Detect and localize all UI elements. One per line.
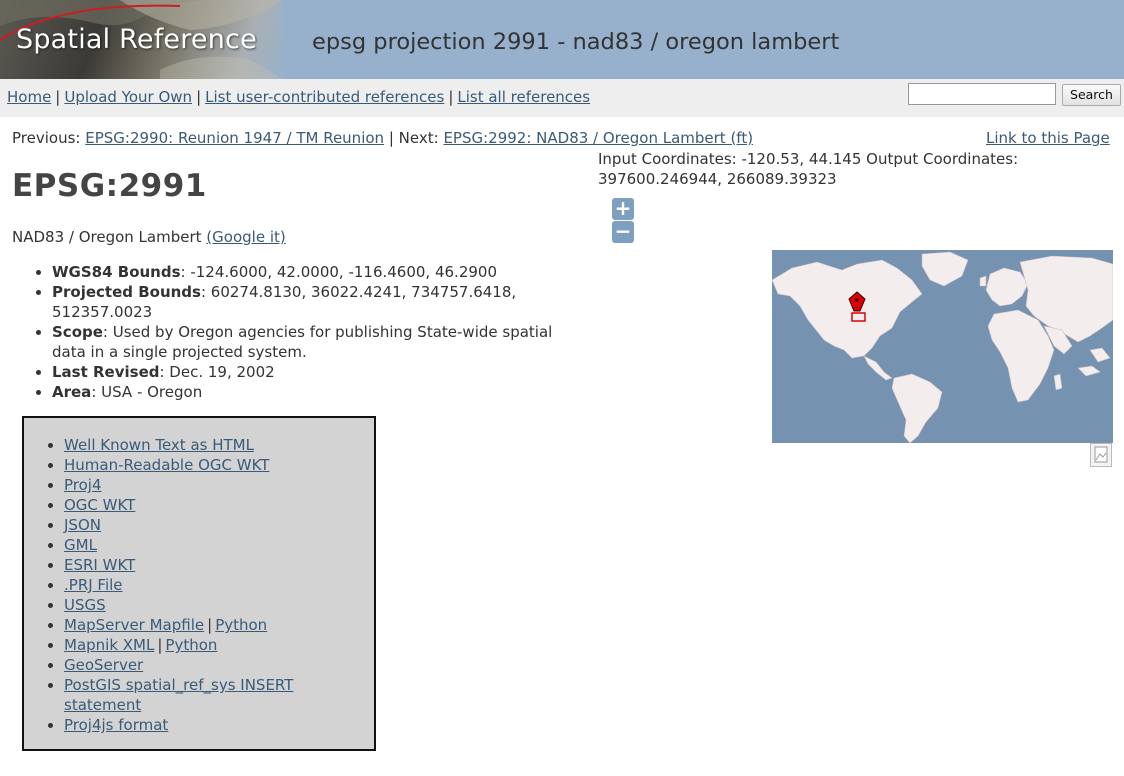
format-link-mapnik-python[interactable]: Python [165, 636, 217, 654]
reference-name: NAD83 / Oregon Lambert [12, 228, 202, 246]
reference-name-line: NAD83 / Oregon Lambert (Google it) [12, 228, 286, 246]
nav-link-upload[interactable]: Upload Your Own [64, 88, 192, 106]
detail-last-revised: Last Revised: Dec. 19, 2002 [52, 362, 579, 382]
reference-details: WGS84 Bounds: -124.6000, 42.0000, -116.4… [34, 262, 579, 402]
format-item: USGS [64, 595, 364, 615]
detail-value: : Used by Oregon agencies for publishing… [52, 323, 553, 361]
zoom-out-icon[interactable]: − [612, 221, 634, 243]
detail-label: WGS84 Bounds [52, 263, 181, 281]
format-link-proj4[interactable]: Proj4 [64, 476, 102, 494]
coordinates-readout: Input Coordinates: -120.53, 44.145 Outpu… [598, 150, 1019, 188]
formats-box: Well Known Text as HTML Human-Readable O… [22, 416, 376, 751]
nav-link-all-references[interactable]: List all references [457, 88, 590, 106]
format-link-postgis[interactable]: PostGIS spatial_ref_sys INSERT statement [64, 676, 293, 714]
site-header: Spatial Reference epsg projection 2991 -… [0, 0, 1124, 79]
zoom-in-icon[interactable]: + [612, 198, 634, 220]
detail-area: Area: USA - Oregon [52, 382, 579, 402]
google-it-link[interactable]: (Google it) [206, 228, 285, 246]
nav-link-home[interactable]: Home [7, 88, 51, 106]
nav-link-user-references[interactable]: List user-contributed references [205, 88, 444, 106]
layer-switcher-icon[interactable] [1090, 443, 1112, 467]
format-link-prj-file[interactable]: .PRJ File [64, 576, 123, 594]
epsg-title: EPSG:2991 [12, 168, 207, 204]
format-item: GeoServer [64, 655, 364, 675]
format-link-mapserver[interactable]: MapServer Mapfile [64, 616, 204, 634]
format-link-geoserver[interactable]: GeoServer [64, 656, 143, 674]
format-link-usgs[interactable]: USGS [64, 596, 106, 614]
nav-separator: | [55, 88, 61, 106]
search-button[interactable]: Search [1062, 84, 1121, 106]
detail-label: Projected Bounds [52, 283, 201, 301]
next-label: Next: [398, 129, 439, 147]
detail-value: : USA - Oregon [91, 383, 203, 401]
format-link-wkt-html[interactable]: Well Known Text as HTML [64, 436, 254, 454]
format-link-esri-wkt[interactable]: ESRI WKT [64, 556, 135, 574]
nav-separator: | [196, 88, 202, 106]
prev-next-bar: Previous: EPSG:2990: Reunion 1947 / TM R… [12, 129, 753, 147]
detail-scope: Scope: Used by Oregon agencies for publi… [52, 322, 579, 362]
logo-globe-image[interactable]: Spatial Reference [0, 0, 282, 79]
format-item: ESRI WKT [64, 555, 364, 575]
format-item: Human-Readable OGC WKT [64, 455, 364, 475]
detail-projected-bounds: Projected Bounds: 60274.8130, 36022.4241… [52, 282, 579, 322]
pipe-separator: | [207, 616, 213, 634]
pipe-separator: | [157, 636, 163, 654]
format-item: Mapnik XML|Python [64, 635, 364, 655]
world-map-graphic [772, 251, 1113, 443]
previous-label: Previous: [12, 129, 81, 147]
detail-label: Last Revised [52, 363, 160, 381]
detail-label: Scope [52, 323, 103, 341]
format-link-mapserver-python[interactable]: Python [215, 616, 267, 634]
detail-label: Area [52, 383, 92, 401]
search-input[interactable] [908, 83, 1056, 105]
page-heading: epsg projection 2991 - nad83 / oregon la… [312, 29, 840, 55]
format-item: MapServer Mapfile|Python [64, 615, 364, 635]
previous-link[interactable]: EPSG:2990: Reunion 1947 / TM Reunion [85, 129, 384, 147]
format-item: GML [64, 535, 364, 555]
format-item: OGC WKT [64, 495, 364, 515]
format-item: Proj4js format [64, 715, 364, 735]
detail-value: : Dec. 19, 2002 [159, 363, 275, 381]
detail-wgs84-bounds: WGS84 Bounds: -124.6000, 42.0000, -116.4… [52, 262, 579, 282]
logo-text: Spatial Reference [16, 24, 257, 55]
layer-switcher-graphic [1094, 446, 1108, 463]
nav-links: Home | Upload Your Own | List user-contribut… [7, 88, 590, 106]
permalink[interactable]: Link to this Page [986, 129, 1110, 147]
detail-value: : -124.6000, 42.0000, -116.4600, 46.2900 [180, 263, 497, 281]
format-item: .PRJ File [64, 575, 364, 595]
format-link-human-readable-wkt[interactable]: Human-Readable OGC WKT [64, 456, 269, 474]
format-item: PostGIS spatial_ref_sys INSERT statement [64, 675, 364, 715]
nav-separator: | [448, 88, 454, 106]
format-link-proj4js[interactable]: Proj4js format [64, 716, 168, 734]
world-map[interactable] [772, 250, 1113, 443]
next-link[interactable]: EPSG:2992: NAD83 / Oregon Lambert (ft) [443, 129, 753, 147]
format-link-ogc-wkt[interactable]: OGC WKT [64, 496, 135, 514]
format-link-json[interactable]: JSON [64, 516, 101, 534]
formats-list: Well Known Text as HTML Human-Readable O… [24, 435, 364, 735]
format-link-mapnik[interactable]: Mapnik XML [64, 636, 154, 654]
format-item: Proj4 [64, 475, 364, 495]
format-item: JSON [64, 515, 364, 535]
format-link-gml[interactable]: GML [64, 536, 97, 554]
format-item: Well Known Text as HTML [64, 435, 364, 455]
prevnext-separator: | [388, 129, 394, 147]
